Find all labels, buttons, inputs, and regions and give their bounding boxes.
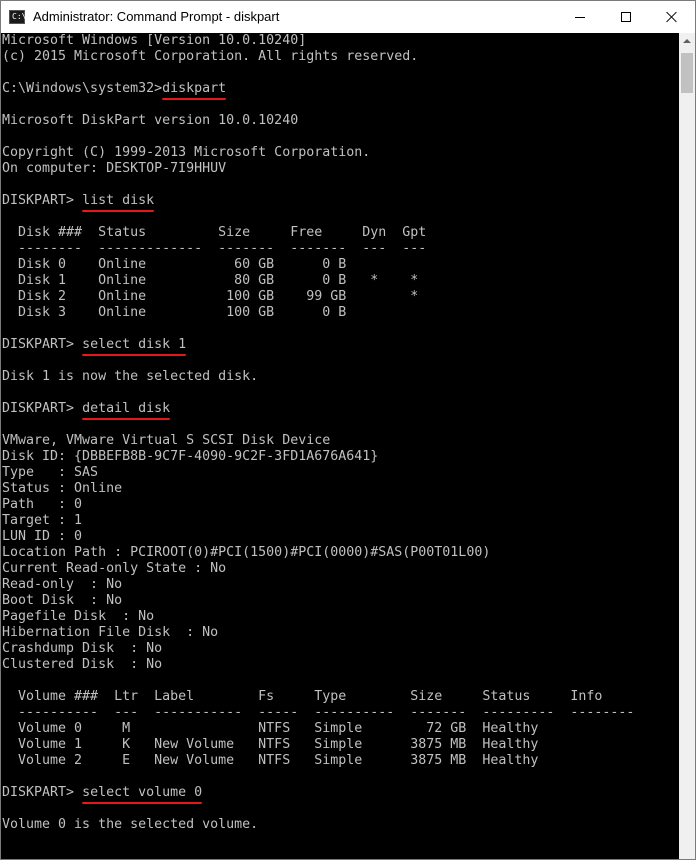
window-title: Administrator: Command Prompt - diskpart [33,9,280,24]
command-line: C:\Windows\system32>diskpart [2,81,679,100]
output-line: Read-only : No [2,577,123,592]
output-line: VMware, VMware Virtual S SCSI Disk Devic… [2,433,331,448]
output-line: Location Path : PCIROOT(0)#PCI(1500)#PCI… [2,545,491,560]
console-output[interactable]: Microsoft Windows [Version 10.0.10240] (c… [1,33,679,859]
cmd-icon[interactable]: C:\ [9,10,27,24]
command-line: DISKPART> select volume 0 [2,785,679,804]
prompt-prefix: DISKPART> [2,193,83,208]
typed-command: select volume 0 [82,785,203,804]
output-line: -------- ------------- ------- ------- -… [2,241,427,256]
output-line: Type : SAS [2,465,99,480]
command-text: select disk 1 [82,337,187,352]
output-line: Disk ID: {DBBEFB8B-9C7F-4090-9C2F-3FD1A6… [2,449,379,464]
red-underline-annotation [82,354,187,356]
scroll-up-arrow-icon[interactable] [679,33,695,50]
typed-command: diskpart [162,81,227,100]
output-line: Volume 0 M NTFS Simple 72 GB Healthy [2,721,539,736]
output-line: Target : 1 [2,513,83,528]
command-prompt-window: C:\ Administrator: Command Prompt - disk… [0,0,696,860]
prompt-prefix: DISKPART> [2,785,83,800]
prompt-prefix: DISKPART> [2,401,83,416]
red-underline-annotation [82,418,171,420]
output-line: Status : Online [2,481,123,496]
scroll-thumb[interactable] [681,53,693,93]
red-underline-annotation [162,98,227,100]
command-text: detail disk [82,401,171,416]
output-line: LUN ID : 0 [2,529,83,544]
maximize-button[interactable] [603,1,649,33]
maximize-icon [621,12,631,22]
minimize-icon [575,17,585,18]
red-underline-annotation [82,802,203,804]
command-line: DISKPART> detail disk [2,401,679,420]
close-icon [666,11,678,23]
output-line: Pagefile Disk : No [2,609,155,624]
prompt-prefix: DISKPART> [2,337,83,352]
output-line: Disk 1 is now the selected disk. [2,369,259,384]
output-line: Volume 0 is the selected volume. [2,817,259,832]
output-line: Disk 1 Online 80 GB 0 B * * [2,273,419,288]
output-line: Microsoft DiskPart version 10.0.10240 [2,113,299,128]
close-button[interactable] [649,1,695,33]
command-line: DISKPART> select disk 1 [2,337,679,356]
output-line: On computer: DESKTOP-7I9HHUV [2,161,227,176]
output-line: Path : 0 [2,497,83,512]
output-line: Volume 2 E New Volume NTFS Simple 3875 M… [2,753,539,768]
output-line: Crashdump Disk : No [2,641,163,656]
output-line: Microsoft Windows [Version 10.0.10240] [2,33,307,48]
output-line: Volume 1 K New Volume NTFS Simple 3875 M… [2,737,539,752]
output-line: Disk 3 Online 100 GB 0 B [2,305,347,320]
output-line: ---------- --- ----------- ----- -------… [2,705,635,720]
red-underline-annotation [82,210,155,212]
output-line: Clustered Disk : No [2,657,163,672]
output-line: Disk 0 Online 60 GB 0 B [2,257,347,272]
command-line: DISKPART> list disk [2,193,679,212]
typed-command: list disk [82,193,155,212]
typed-command: detail disk [82,401,171,420]
vertical-scrollbar[interactable] [679,33,695,859]
output-line: Copyright (C) 1999-2013 Microsoft Corpor… [2,145,371,160]
prompt-prefix: C:\Windows\system32> [2,81,163,96]
minimize-button[interactable] [557,1,603,33]
output-line: Disk 2 Online 100 GB 99 GB * [2,289,419,304]
output-line: Hibernation File Disk : No [2,625,219,640]
output-line: Volume ### Ltr Label Fs Type Size Status… [2,689,603,704]
cmd-icon-glyph: C:\ [12,12,27,21]
output-line: (c) 2015 Microsoft Corporation. All righ… [2,49,419,64]
command-text: list disk [82,193,155,208]
title-bar[interactable]: C:\ Administrator: Command Prompt - disk… [1,1,695,33]
console-text: Microsoft Windows [Version 10.0.10240] (c… [1,33,679,833]
output-line: Boot Disk : No [2,593,123,608]
typed-command: select disk 1 [82,337,187,356]
command-text: diskpart [162,81,227,96]
output-line: Disk ### Status Size Free Dyn Gpt [2,225,427,240]
output-line: Current Read-only State : No [2,561,227,576]
command-text: select volume 0 [82,785,203,800]
